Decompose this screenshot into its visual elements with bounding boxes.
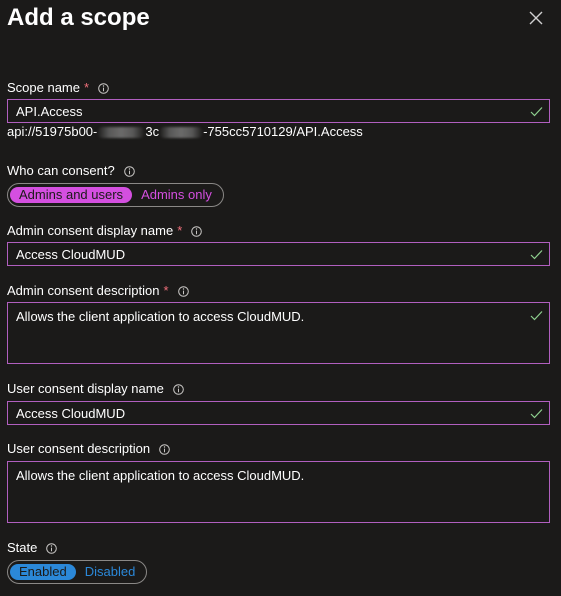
checkmark-icon — [530, 107, 543, 117]
scope-uri-suffix: -755cc5710129/API.Access — [203, 124, 363, 139]
required-indicator: * — [163, 283, 169, 298]
info-icon[interactable] — [98, 82, 109, 94]
admin-description-textarea[interactable]: Allows the client application to access … — [7, 302, 550, 364]
admin-description-value[interactable]: Allows the client application to access … — [16, 309, 304, 325]
state-toggle[interactable]: Enabled Disabled — [7, 560, 148, 584]
redacted-blur — [159, 127, 204, 139]
close-icon — [529, 11, 543, 25]
scope-uri-prefix: api://51975b00- — [7, 124, 98, 139]
checkmark-icon — [530, 311, 543, 321]
info-icon[interactable] — [123, 165, 135, 177]
admin-description-label: Admin consent description — [7, 283, 160, 298]
consent-option-admins-and-users[interactable]: Admins and users — [10, 187, 133, 203]
scope-name-label-row: Scope name * — [7, 80, 109, 96]
user-description-textarea[interactable]: Allows the client application to access … — [7, 461, 550, 523]
user-display-name-input[interactable]: Access CloudMUD — [7, 401, 550, 425]
admin-display-name-input[interactable]: Access CloudMUD — [7, 242, 550, 266]
who-can-consent-label: Who can consent? — [7, 163, 115, 178]
scope-name-label: Scope name — [7, 80, 80, 95]
who-can-consent-label-row: Who can consent? — [7, 163, 135, 179]
checkmark-icon — [530, 250, 543, 260]
scope-uri: api://51975b00- 3c -755cc5710129/API.Acces… — [7, 124, 363, 140]
consent-option-admins-only[interactable]: Admins only — [132, 187, 221, 203]
state-label-row: State — [7, 540, 58, 556]
state-option-enabled[interactable]: Enabled — [10, 564, 76, 580]
state-label: State — [7, 540, 38, 555]
state-option-disabled[interactable]: Disabled — [76, 564, 145, 580]
redacted-blur — [97, 127, 146, 139]
user-display-name-label-row: User consent display name — [7, 381, 184, 397]
scope-name-value[interactable]: API.Access — [16, 104, 82, 120]
scope-name-input[interactable]: API.Access — [7, 99, 550, 123]
info-icon[interactable] — [159, 443, 170, 455]
info-icon[interactable] — [177, 285, 189, 297]
user-display-name-label: User consent display name — [7, 381, 164, 396]
info-icon[interactable] — [46, 542, 58, 554]
required-indicator: * — [177, 223, 183, 238]
user-description-value[interactable]: Allows the client application to access … — [16, 468, 304, 484]
user-display-name-value[interactable]: Access CloudMUD — [16, 406, 125, 422]
checkmark-icon — [530, 409, 543, 419]
required-indicator: * — [84, 80, 90, 95]
scope-uri-middle: 3c — [145, 124, 160, 139]
admin-display-name-label: Admin consent display name — [7, 223, 174, 238]
panel-title: Add a scope — [7, 4, 150, 31]
who-can-consent-toggle[interactable]: Admins and users Admins only — [7, 183, 224, 207]
info-icon[interactable] — [173, 383, 184, 395]
user-description-label-row: User consent description — [7, 441, 170, 457]
user-description-label: User consent description — [7, 441, 151, 456]
admin-description-label-row: Admin consent description * — [7, 283, 189, 299]
close-button[interactable] — [525, 7, 547, 29]
admin-display-name-value[interactable]: Access CloudMUD — [16, 247, 125, 263]
info-icon[interactable] — [191, 225, 203, 237]
admin-display-name-label-row: Admin consent display name * — [7, 223, 203, 239]
